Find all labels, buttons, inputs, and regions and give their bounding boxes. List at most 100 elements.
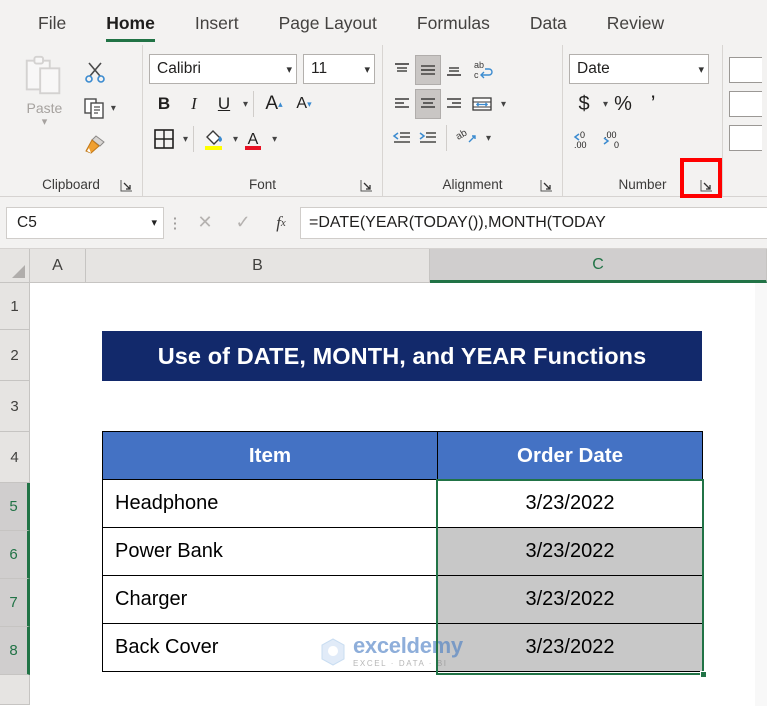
increase-font-size-button[interactable]: A ▴	[259, 89, 289, 119]
table-row: Power Bank 3/23/2022	[102, 527, 703, 576]
number-format-chevron-down-icon[interactable]: ▾	[692, 63, 704, 76]
copy-chevron-down-icon[interactable]: ▾	[111, 103, 116, 114]
shrink-font-icon: A	[296, 95, 308, 112]
column-header-c[interactable]: C	[430, 249, 767, 283]
comma-format-button[interactable]: ’	[638, 89, 668, 119]
font-color-chevron-down-icon[interactable]: ▾	[272, 134, 277, 145]
align-right-button[interactable]	[441, 89, 467, 119]
row-header-4[interactable]: 4	[0, 432, 30, 483]
increase-decimal-button[interactable]: 0 .00	[569, 124, 599, 154]
row-header-7[interactable]: 7	[0, 579, 30, 627]
align-bottom-button[interactable]	[441, 55, 467, 85]
styles-item-3[interactable]	[729, 125, 762, 151]
font-name-chevron-down-icon[interactable]: ▾	[280, 63, 292, 76]
name-box[interactable]: C5 ▾	[6, 206, 164, 239]
vertical-scrollbar[interactable]	[755, 283, 767, 706]
merge-and-center-button[interactable]	[467, 89, 497, 119]
decrease-indent-button[interactable]	[389, 123, 415, 153]
tab-file[interactable]: File	[18, 13, 86, 45]
ribbon-group-clipboard: Paste ▾ ▾ Clipboard	[0, 45, 142, 196]
tab-insert[interactable]: Insert	[175, 13, 259, 45]
font-dialog-launcher-icon[interactable]	[358, 177, 374, 193]
number-dialog-launcher-icon[interactable]	[698, 177, 714, 193]
decrease-font-size-button[interactable]: A ▾	[289, 89, 319, 119]
format-painter-button[interactable]	[83, 127, 136, 161]
font-divider-2	[193, 126, 195, 152]
row-header-9[interactable]	[0, 675, 30, 705]
font-size-chevron-down-icon[interactable]: ▾	[358, 63, 370, 76]
select-all-corner[interactable]	[0, 249, 30, 283]
underline-button[interactable]: U	[209, 89, 239, 119]
column-header-b[interactable]: B	[86, 249, 430, 283]
increase-indent-button[interactable]	[415, 123, 441, 153]
accounting-format-button[interactable]: $	[569, 89, 599, 119]
name-box-chevron-down-icon[interactable]: ▾	[151, 216, 157, 229]
cell-b5-item[interactable]: Headphone	[102, 479, 438, 528]
row-header-6[interactable]: 6	[0, 531, 30, 579]
styles-item-2[interactable]	[729, 91, 762, 117]
styles-item-1[interactable]	[729, 57, 762, 83]
orientation-chevron-down-icon[interactable]: ▾	[486, 133, 491, 144]
row-header-8[interactable]: 8	[0, 627, 30, 675]
font-size-value: 11	[311, 60, 328, 77]
borders-chevron-down-icon[interactable]: ▾	[183, 134, 188, 145]
font-divider	[253, 91, 255, 117]
decrease-decimal-icon: .00 0	[603, 130, 619, 150]
borders-button[interactable]	[149, 124, 179, 154]
text-orientation-button[interactable]: ab	[452, 123, 482, 153]
italic-button[interactable]: I	[179, 89, 209, 119]
font-size-input[interactable]: 11 ▾	[303, 54, 375, 84]
row-header-2[interactable]: 2	[0, 330, 30, 381]
percent-format-button[interactable]: %	[608, 89, 638, 119]
clipboard-group-label: Clipboard	[42, 176, 100, 192]
cell-b7-item[interactable]: Charger	[102, 575, 438, 624]
fill-handle[interactable]	[700, 671, 707, 678]
cell-c6-date[interactable]: 3/23/2022	[437, 527, 703, 576]
align-left-button[interactable]	[389, 89, 415, 119]
merge-chevron-down-icon[interactable]: ▾	[501, 99, 506, 110]
number-format-select[interactable]: Date ▾	[569, 54, 709, 84]
align-top-button[interactable]	[389, 55, 415, 85]
row-header-5[interactable]: 5	[0, 483, 30, 531]
font-color-button[interactable]: A	[238, 124, 268, 154]
paste-button[interactable]: Paste ▾	[6, 51, 83, 172]
tab-formulas[interactable]: Formulas	[397, 13, 510, 45]
cell-b6-item[interactable]: Power Bank	[102, 527, 438, 576]
align-middle-button[interactable]	[415, 55, 441, 85]
svg-text:0: 0	[614, 140, 619, 150]
tab-page-layout[interactable]: Page Layout	[259, 13, 397, 45]
tab-home[interactable]: Home	[86, 13, 175, 45]
clipboard-dialog-launcher-icon[interactable]	[118, 177, 134, 193]
alignment-dialog-launcher-icon[interactable]	[538, 177, 554, 193]
cut-button[interactable]	[83, 55, 136, 89]
name-box-value: C5	[17, 213, 37, 231]
column-header-a[interactable]: A	[30, 249, 86, 283]
fx-icon[interactable]: fx	[262, 207, 300, 239]
scissors-icon	[85, 62, 105, 83]
paste-chevron-down-icon[interactable]: ▾	[42, 117, 48, 128]
align-center-button[interactable]	[415, 89, 441, 119]
cell-area: Use of DATE, MONTH, and YEAR Functions I…	[30, 283, 767, 706]
tab-review[interactable]: Review	[587, 13, 684, 45]
cell-b8-item[interactable]: Back Cover	[102, 623, 438, 672]
cell-c7-date[interactable]: 3/23/2022	[437, 575, 703, 624]
bold-button[interactable]: B	[149, 89, 179, 119]
cell-c8-date[interactable]: 3/23/2022	[437, 623, 703, 672]
copy-button[interactable]: ▾	[83, 91, 136, 125]
fill-color-button[interactable]	[199, 124, 229, 154]
wrap-text-button[interactable]: ab c	[467, 55, 497, 85]
ribbon-group-alignment: ab c ▾ ab ▾ Alignment	[382, 45, 562, 196]
align-right-icon	[447, 98, 461, 108]
formula-input[interactable]: =DATE(YEAR(TODAY()),MONTH(TODAY	[300, 206, 767, 239]
formula-text: =DATE(YEAR(TODAY()),MONTH(TODAY	[309, 213, 606, 231]
cell-c5-date[interactable]: 3/23/2022	[437, 479, 703, 528]
underline-chevron-down-icon[interactable]: ▾	[243, 99, 248, 110]
row-header-3[interactable]: 3	[0, 381, 30, 432]
font-name-input[interactable]: Calibri ▾	[149, 54, 297, 84]
check-icon[interactable]: ✓	[224, 207, 262, 239]
decrease-decimal-button[interactable]: .00 0	[599, 124, 629, 154]
row-header-1[interactable]: 1	[0, 283, 30, 330]
svg-text:c: c	[474, 70, 479, 80]
tab-data[interactable]: Data	[510, 13, 587, 45]
cancel-icon[interactable]: ✕	[186, 207, 224, 239]
